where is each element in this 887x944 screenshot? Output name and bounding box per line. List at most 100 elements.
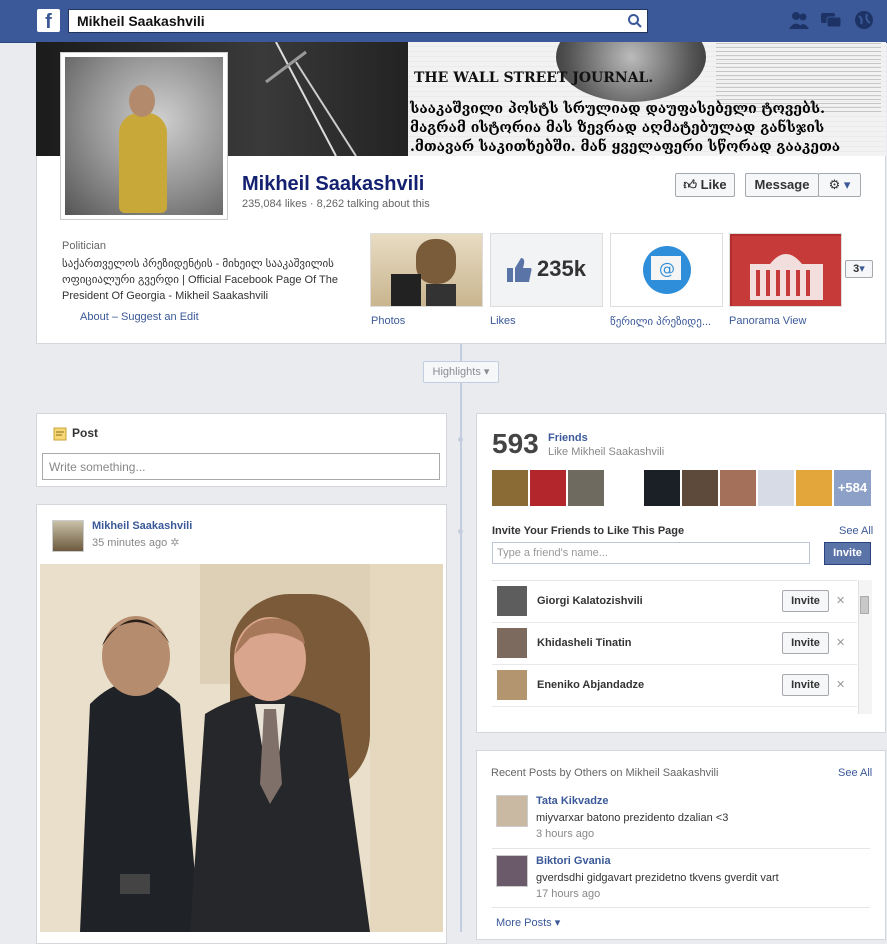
page-description: საქართველოს პრეზიდენტის - მიხეილ სააკაშვ… (62, 258, 338, 302)
panorama-thumbnail (732, 236, 841, 306)
author-avatar[interactable] (52, 520, 84, 552)
cover-caption: სააკაშვილი პოსტს სრულიად დაუფასებელი ტოვ… (410, 100, 880, 156)
highlights-label: Highlights (432, 366, 481, 378)
invite-friends-list: Giorgi Kalatozishvili Invite ✕ Khidashel… (492, 580, 857, 715)
suggest-edit-link[interactable]: – Suggest an Edit (112, 311, 199, 323)
more-friends-count[interactable]: +584 (834, 470, 871, 506)
page-category: Politician (62, 240, 107, 252)
friend-name: Khidasheli Tinatin (537, 637, 632, 649)
friend-thumb[interactable] (758, 470, 794, 506)
friend-thumb[interactable] (568, 470, 604, 506)
close-icon[interactable]: ✕ (836, 678, 845, 691)
invite-see-all-link[interactable]: See All (839, 525, 873, 537)
more-posts-link[interactable]: More Posts ▾ (496, 916, 560, 929)
recent-post-author[interactable]: Biktori Gvania (536, 855, 611, 867)
divider (492, 907, 870, 908)
like-button[interactable]: 👍︎ Like (675, 173, 735, 197)
recent-post-text: gverdsdhi gidgavart prezidetno tkvens gv… (536, 872, 779, 884)
post-photo[interactable] (40, 564, 443, 932)
recent-post-time[interactable]: 3 hours ago (536, 828, 594, 840)
post-icon (53, 427, 67, 441)
facebook-logo[interactable]: f (37, 9, 60, 33)
invite-friend-input[interactable]: Type a friend's name... (492, 542, 810, 564)
app-label-panorama[interactable]: Panorama View (729, 315, 806, 327)
about-links: About – Suggest an Edit (80, 311, 199, 323)
invite-placeholder: Type a friend's name... (497, 547, 608, 559)
timeline-dot (458, 529, 463, 534)
chevron-down-icon: ▾ (483, 366, 490, 378)
recent-post-text: miyvarxar batono prezidento dzalian <3 (536, 812, 729, 824)
app-panorama[interactable] (729, 233, 842, 307)
app-likes[interactable]: 235k (490, 233, 603, 307)
profile-head (129, 85, 155, 117)
invite-title: Invite Your Friends to Like This Page (492, 525, 685, 537)
divider (492, 848, 870, 849)
friend-thumb[interactable] (796, 470, 832, 506)
friend-avatar (497, 628, 527, 658)
cover-caption-line: სააკაშვილი პოსტს სრულიად დაუფასებელი ტოვ… (410, 101, 825, 117)
friend-thumb[interactable] (682, 470, 718, 506)
friend-thumb[interactable] (492, 470, 528, 506)
invite-button[interactable]: Invite (782, 632, 829, 654)
thumbs-up-icon: 👍︎ (683, 177, 697, 192)
post-tab[interactable]: Post (72, 426, 98, 440)
about-link[interactable]: About (80, 311, 109, 323)
highlights-dropdown[interactable]: Highlights ▾ (423, 361, 499, 383)
post-photo-scene (40, 564, 443, 932)
recent-posts-title: Recent Posts by Others on Mikheil Saakas… (491, 767, 719, 779)
cover-caption-line: .მთავარ საკითხებში. მან ყველაფერი სწორად… (410, 139, 841, 155)
friends-link[interactable]: Friends (548, 432, 588, 444)
friend-thumb[interactable] (606, 470, 642, 506)
page-title[interactable]: Mikheil Saakashvili (242, 173, 424, 196)
search-icon[interactable] (627, 13, 643, 29)
messages-icon[interactable] (820, 10, 842, 30)
friend-thumb[interactable] (530, 470, 566, 506)
friend-requests-icon[interactable] (788, 10, 810, 30)
settings-button[interactable]: ⚙ ▾ (818, 173, 861, 197)
post-placeholder: Write something... (49, 460, 146, 474)
invite-button[interactable]: Invite (782, 590, 829, 612)
profile-picture[interactable] (60, 52, 228, 220)
search-input[interactable]: Mikheil Saakashvili (68, 9, 648, 33)
post-textarea[interactable]: Write something... (42, 453, 440, 480)
message-button[interactable]: Message (745, 173, 819, 197)
app-photos[interactable] (370, 233, 483, 307)
like-label: Like (700, 177, 727, 192)
recent-see-all-link[interactable]: See All (838, 767, 872, 779)
post-author[interactable]: Mikheil Saakashvili (92, 520, 192, 532)
invite-row: Khidasheli Tinatin Invite ✕ (492, 623, 857, 665)
scrollbar-thumb[interactable] (860, 596, 869, 614)
recent-post-time[interactable]: 17 hours ago (536, 888, 600, 900)
post-time[interactable]: 35 minutes ago ✲ (92, 536, 180, 549)
recent-post-author[interactable]: Tata Kikvadze (536, 795, 609, 807)
friend-thumb[interactable] (720, 470, 756, 506)
gear-icon: ⚙ (828, 177, 841, 192)
friend-avatar (497, 670, 527, 700)
app-label-letter[interactable]: წერილი პრეზიდე... (610, 315, 711, 328)
profile-figure (119, 113, 167, 213)
post-timestamp: 35 minutes ago (92, 537, 168, 549)
recent-post-avatar[interactable] (496, 795, 528, 827)
cover-caption-line: მაგრამ ისტორია მას ზევრად აღმატებულად გა… (410, 120, 825, 136)
friend-name: Eneniko Abjandadze (537, 679, 645, 691)
photos-thumbnail (391, 239, 456, 306)
invite-button[interactable]: Invite (782, 674, 829, 696)
invite-submit-button[interactable]: Invite (824, 542, 871, 565)
friends-count[interactable]: 593 (492, 428, 539, 460)
invite-row: Giorgi Kalatozishvili Invite ✕ (492, 581, 857, 623)
app-letter[interactable]: @ (610, 233, 723, 307)
public-gear-icon: ✲ (170, 537, 180, 549)
recent-post-avatar[interactable] (496, 855, 528, 887)
app-label-likes[interactable]: Likes (490, 315, 516, 327)
timeline-dot (458, 437, 463, 442)
app-label-photos[interactable]: Photos (371, 315, 405, 327)
notifications-globe-icon[interactable] (853, 10, 875, 30)
apps-more-button[interactable]: 3▾ (845, 260, 873, 278)
close-icon[interactable]: ✕ (836, 636, 845, 649)
timeline-spine (460, 344, 462, 932)
close-icon[interactable]: ✕ (836, 594, 845, 607)
chevron-down-icon: ▾ (859, 263, 865, 275)
newspaper-title: THE WALL STREET JOURNAL. (414, 70, 654, 86)
friend-thumb[interactable] (644, 470, 680, 506)
chevron-down-icon: ▾ (843, 177, 851, 192)
